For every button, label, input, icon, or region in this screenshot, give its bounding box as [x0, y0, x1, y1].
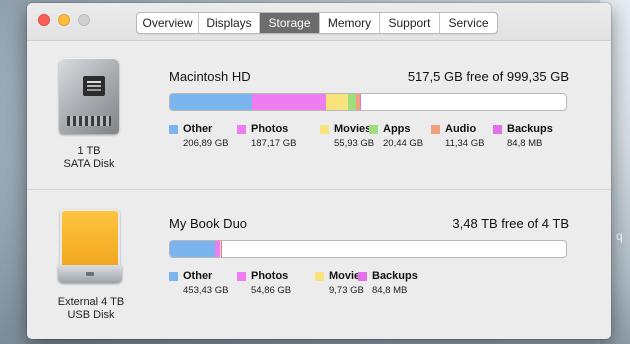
legend-swatch [493, 125, 502, 134]
legend-size: 187,17 GB [251, 138, 297, 149]
legend-size: 453,43 GB [183, 285, 229, 296]
legend-size: 11,34 GB [445, 138, 485, 149]
storage-usage-bar [169, 240, 567, 258]
disk-caption: 1 TB SATA Disk [29, 145, 149, 171]
disk-type-label: USB Disk [67, 309, 115, 321]
legend-swatch [237, 125, 246, 134]
hard-drive-label [83, 76, 105, 96]
external-drive-base [58, 265, 122, 283]
legend-swatch [169, 272, 178, 281]
tab-displays[interactable]: Displays [199, 13, 260, 33]
storage-usage-bar [169, 93, 567, 111]
legend-size: 20,44 GB [383, 138, 424, 149]
legend-size: 9,73 GB [329, 285, 364, 296]
volume-name: My Book Duo [169, 216, 248, 231]
legend-size: 55,93 GB [334, 138, 375, 149]
legend-size: 84,8 MB [507, 138, 543, 149]
volume-free-space: 517,5 GB free of 999,35 GB [407, 69, 569, 84]
tab-service[interactable]: Service [440, 13, 497, 33]
section-divider [27, 189, 611, 190]
hard-drive-connector [67, 116, 111, 126]
disk-type-label: SATA Disk [63, 158, 115, 170]
legend-label: Backups [372, 270, 418, 282]
legend-label: Audio [445, 123, 477, 135]
legend-swatch [320, 125, 329, 134]
minimize-button[interactable] [58, 14, 70, 26]
legend-label: Photos [251, 270, 289, 282]
legend-size: 84,8 MB [372, 285, 408, 296]
tab-storage[interactable]: Storage [260, 13, 320, 33]
volume-name: Macintosh HD [169, 69, 251, 84]
tab-bar: Overview Displays Storage Memory Support… [136, 12, 498, 34]
usage-segment-photos [251, 94, 327, 110]
tab-support[interactable]: Support [380, 13, 440, 33]
legend-label: Movies [334, 123, 372, 135]
legend-label: Photos [251, 123, 289, 135]
volume-free-space: 3,48 TB free of 4 TB [452, 216, 569, 231]
about-this-mac-window: Overview Displays Storage Memory Support… [27, 3, 611, 339]
legend-swatch [358, 272, 367, 281]
legend-swatch [369, 125, 378, 134]
desktop-partial-text: q [616, 229, 623, 243]
external-drive-body [60, 209, 120, 269]
disk-size-label: External 4 TB [57, 296, 125, 308]
legend-label: Other [183, 270, 213, 282]
legend-swatch [169, 125, 178, 134]
usage-segment-backups [221, 241, 223, 257]
zoom-button[interactable] [78, 14, 90, 26]
close-button[interactable] [38, 14, 50, 26]
legend-label: Other [183, 123, 213, 135]
tab-overview[interactable]: Overview [137, 13, 199, 33]
usage-segment-apps [348, 94, 357, 110]
usage-segment-other [170, 241, 215, 257]
usage-segment-other [170, 94, 252, 110]
legend-swatch [431, 125, 440, 134]
disk-caption: External 4 TB USB Disk [31, 296, 151, 322]
legend-size: 54,86 GB [251, 285, 292, 296]
disk-size-label: 1 TB [77, 145, 101, 157]
title-bar: Overview Displays Storage Memory Support… [27, 3, 611, 41]
legend-size: 206,89 GB [183, 138, 229, 149]
usage-segment-movies [326, 94, 349, 110]
usage-segment-backups [360, 94, 362, 110]
legend-label: Apps [383, 123, 411, 135]
tab-memory[interactable]: Memory [320, 13, 380, 33]
legend-swatch [237, 272, 246, 281]
legend-swatch [315, 272, 324, 281]
hard-drive-body [59, 58, 119, 134]
legend-label: Backups [507, 123, 553, 135]
storage-pane: 1 TB SATA Disk Macintosh HD 517,5 GB fre… [27, 41, 611, 339]
